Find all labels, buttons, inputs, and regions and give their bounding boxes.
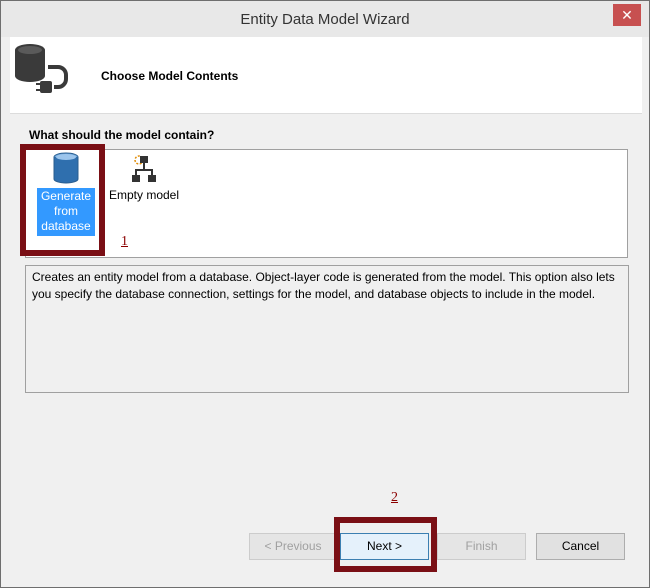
close-icon: ✕ [621,7,633,23]
option-description: Creates an entity model from a database.… [25,265,629,393]
annotation-box-1 [20,144,105,256]
wizard-header: Choose Model Contents [10,37,642,114]
cancel-button[interactable]: Cancel [536,533,625,560]
wizard-window: Entity Data Model Wizard ✕ Choose Model … [0,0,650,588]
model-contents-question: What should the model contain? [29,128,215,142]
title-bar[interactable]: Entity Data Model Wizard ✕ [1,1,649,37]
page-title: Choose Model Contents [101,69,239,83]
database-connect-icon [15,44,68,93]
annotation-box-2 [334,517,437,572]
option-label: Empty model [108,188,180,202]
empty-model-icon [132,155,156,182]
option-empty-model[interactable]: Empty model [104,152,184,203]
annotation-number-1: 1 [121,234,128,249]
annotation-number-2: 2 [391,490,398,505]
previous-button[interactable]: < Previous [249,533,337,560]
window-title: Entity Data Model Wizard [240,11,410,28]
model-type-list[interactable]: Generate from database Empty model [25,149,628,258]
finish-button[interactable]: Finish [437,533,526,560]
close-button[interactable]: ✕ [613,4,641,26]
